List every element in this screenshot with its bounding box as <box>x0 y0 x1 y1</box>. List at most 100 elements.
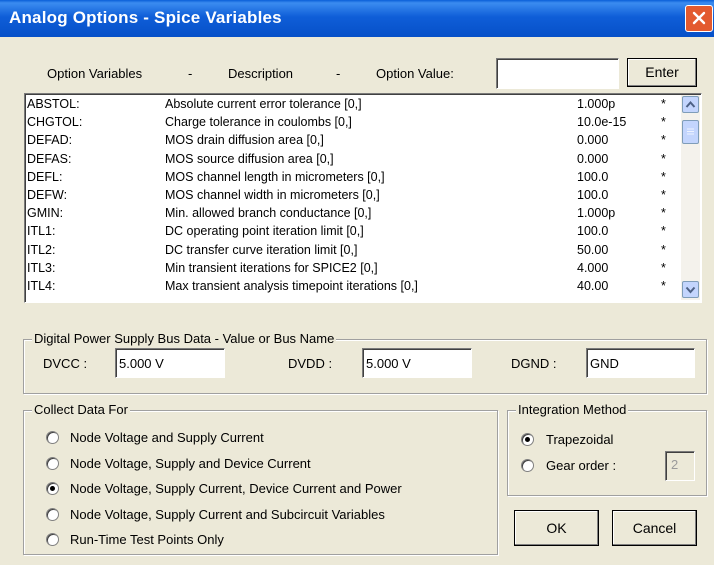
option-default-mark: * <box>661 279 666 293</box>
table-row[interactable]: ABSTOL: Absolute current error tolerance … <box>25 97 680 112</box>
scroll-up-button[interactable] <box>682 96 699 113</box>
dgnd-input[interactable] <box>586 348 695 378</box>
trapezoidal-radio[interactable] <box>521 433 534 446</box>
collect-option-radio[interactable] <box>46 507 59 521</box>
option-list-scrollbar[interactable] <box>681 95 700 300</box>
option-default-mark: * <box>661 224 666 239</box>
dgnd-label: DGND : <box>511 356 557 371</box>
option-default-mark: * <box>661 133 666 148</box>
option-variables-label: Option Variables <box>47 66 143 81</box>
collect-option-radio[interactable] <box>46 482 59 495</box>
collect-option-radio[interactable] <box>46 431 59 444</box>
table-row[interactable]: ITL2: DC transfer curve iteration limit [… <box>25 243 680 258</box>
option-name: DEFAS: <box>27 151 72 166</box>
option-description: MOS channel length in micrometers [0,] <box>165 169 385 184</box>
option-value-input[interactable] <box>496 58 619 89</box>
table-row[interactable]: ITL3: Min transient iterations for SPICE2… <box>25 261 680 276</box>
collect-data-legend: Collect Data For <box>32 402 130 417</box>
option-name: ITL1: <box>27 224 56 239</box>
grip-icon <box>687 128 694 135</box>
option-name: ITL3: <box>27 260 56 275</box>
option-description: Min transient iterations for SPICE2 [0,] <box>165 260 378 275</box>
option-default-mark: * <box>661 206 666 221</box>
option-default-mark: * <box>661 151 666 166</box>
option-name: DEFAD: <box>27 133 73 148</box>
table-row[interactable]: CHGTOL: Charge tolerance in coulombs [0,]… <box>25 115 680 130</box>
scroll-thumb[interactable] <box>682 120 699 144</box>
collect-option-label: Node Voltage and Supply Current <box>70 430 264 445</box>
enter-button[interactable]: Enter <box>627 58 697 87</box>
collect-option-label: Run-Time Test Points Only <box>70 532 224 547</box>
gear-order-value: 2 <box>671 457 679 472</box>
option-name: ITL2: <box>27 242 56 257</box>
cancel-button[interactable]: Cancel <box>612 510 697 546</box>
collect-option-label: Node Voltage, Supply Current and Subcirc… <box>70 506 385 522</box>
option-description: MOS channel width in micrometers [0,] <box>165 188 380 202</box>
option-value: 100.0 <box>577 224 609 239</box>
dvcc-label: DVCC : <box>43 356 88 371</box>
option-description: MOS drain diffusion area [0,] <box>165 133 324 148</box>
collect-option-label: Node Voltage, Supply Current, Device Cur… <box>70 481 402 496</box>
window-title: Analog Options - Spice Variables <box>9 8 282 27</box>
option-description: DC operating point iteration limit [0,] <box>165 224 364 239</box>
integration-method-legend: Integration Method <box>516 402 629 417</box>
digital-power-legend: Digital Power Supply Bus Data - Value or… <box>32 331 337 346</box>
option-default-mark: * <box>661 188 666 202</box>
gear-order-radio[interactable] <box>521 459 534 472</box>
option-value: 0.000 <box>577 133 609 148</box>
option-description: Min. allowed branch conductance [0,] <box>165 206 372 221</box>
dvdd-input[interactable] <box>362 348 472 378</box>
ok-button[interactable]: OK <box>514 510 599 546</box>
option-description: DC transfer curve iteration limit [0,] <box>165 242 358 257</box>
gear-order-label: Gear order : <box>546 458 617 473</box>
option-name: GMIN: <box>27 206 64 221</box>
option-list[interactable]: ABSTOL: Absolute current error tolerance … <box>24 93 702 303</box>
table-row[interactable]: ITL1: DC operating point iteration limit … <box>25 224 680 239</box>
collect-option-label: Node Voltage, Supply and Device Current <box>70 455 311 471</box>
collect-option-radio[interactable] <box>46 533 59 546</box>
option-value: 10.0e-15 <box>577 115 627 130</box>
table-row[interactable]: DEFAS: MOS source diffusion area [0,] 0.00… <box>25 152 680 167</box>
option-name: ITL4: <box>27 279 56 293</box>
option-default-mark: * <box>661 97 666 111</box>
option-value: 0.000 <box>577 151 609 166</box>
option-value: 1.000p <box>577 206 616 221</box>
radio-dot <box>50 486 55 491</box>
table-row[interactable]: GMIN: Min. allowed branch conductance [0,… <box>25 206 680 221</box>
dvcc-input[interactable] <box>115 348 225 378</box>
option-default-mark: * <box>661 260 666 275</box>
option-rows: ABSTOL: Absolute current error tolerance … <box>25 97 680 297</box>
chevron-down-icon <box>685 286 696 294</box>
trapezoidal-label: Trapezoidal <box>546 432 614 447</box>
table-row[interactable]: DEFW: MOS channel width in micrometers [0… <box>25 188 680 203</box>
option-description: Charge tolerance in coulombs [0,] <box>165 115 352 130</box>
option-value: 4.000 <box>577 260 609 275</box>
radio-dot <box>525 437 530 442</box>
title-bar: Analog Options - Spice Variables <box>0 0 714 37</box>
option-value: 40.00 <box>577 279 609 293</box>
table-row[interactable]: ITL4: Max transient analysis timepoint it… <box>25 279 680 294</box>
table-row[interactable]: DEFAD: MOS drain diffusion area [0,] 0.000… <box>25 133 680 148</box>
option-name: DEFL: <box>27 169 63 184</box>
description-label: Description <box>228 66 294 81</box>
option-default-mark: * <box>661 169 666 184</box>
gear-order-input: 2 <box>665 451 695 481</box>
option-value: 100.0 <box>577 169 609 184</box>
table-row[interactable]: DEFL: MOS channel length in micrometers [… <box>25 170 680 185</box>
option-name: DEFW: <box>27 188 68 202</box>
dvdd-label: DVDD : <box>288 356 333 371</box>
collect-option-radio[interactable] <box>46 456 59 470</box>
close-button[interactable] <box>685 5 713 32</box>
cancel-button-label: Cancel <box>632 520 677 536</box>
ok-button-label: OK <box>546 520 567 536</box>
close-icon <box>692 11 706 25</box>
option-description: Absolute current error tolerance [0,] <box>165 97 362 111</box>
scroll-down-button[interactable] <box>682 281 699 298</box>
enter-button-label: Enter <box>645 64 679 80</box>
option-name: ABSTOL: <box>27 97 80 111</box>
option-description: MOS source diffusion area [0,] <box>165 151 334 166</box>
option-value: 100.0 <box>577 188 609 202</box>
chevron-up-icon <box>685 100 696 108</box>
header-separator-1: - <box>188 66 193 81</box>
option-description: Max transient analysis timepoint iterati… <box>165 279 418 293</box>
